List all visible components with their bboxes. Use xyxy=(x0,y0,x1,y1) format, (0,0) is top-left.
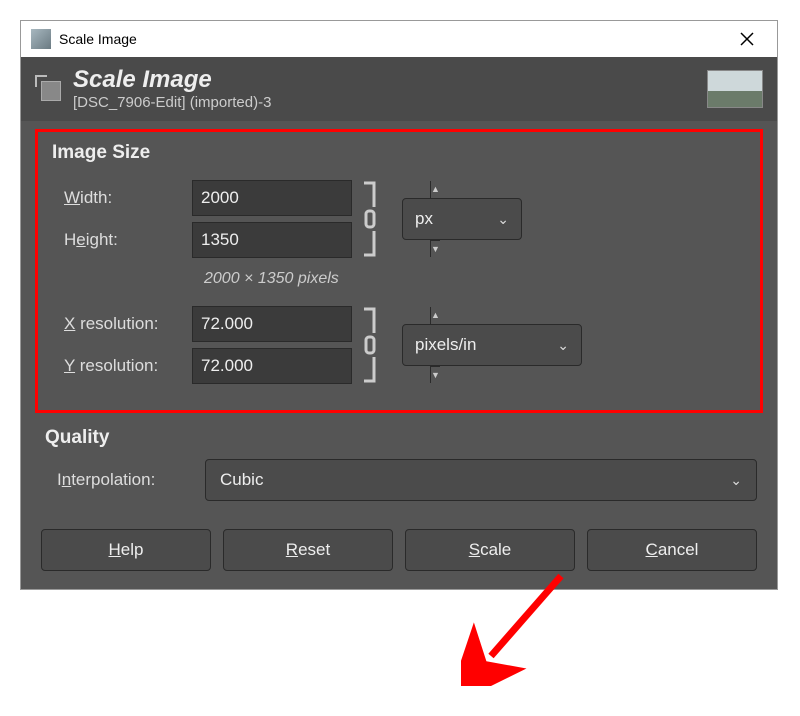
reset-button[interactable]: Reset xyxy=(223,529,393,571)
yres-stepper[interactable]: ▲ ▼ xyxy=(192,348,352,384)
chain-link-icon xyxy=(356,305,384,385)
header-subtitle: [DSC_7906-Edit] (imported)-3 xyxy=(73,94,707,111)
xres-up[interactable]: ▲ xyxy=(431,307,440,325)
yres-label: Y resolution: xyxy=(52,356,192,376)
chain-link-size[interactable] xyxy=(352,180,388,258)
width-up[interactable]: ▲ xyxy=(431,181,440,199)
header-title: Scale Image xyxy=(73,67,707,92)
help-button[interactable]: Help xyxy=(41,529,211,571)
image-thumbnail xyxy=(707,70,763,108)
height-label: Height: xyxy=(52,230,192,250)
xres-label: X resolution: xyxy=(52,314,192,334)
app-icon xyxy=(31,29,51,49)
width-input[interactable] xyxy=(193,181,430,215)
chevron-down-icon: ⌄ xyxy=(730,472,742,489)
window-title: Scale Image xyxy=(59,31,727,47)
width-stepper[interactable]: ▲ ▼ xyxy=(192,180,352,216)
quality-title: Quality xyxy=(45,427,757,449)
image-size-section: Image Size Width: ▲ ▼ xyxy=(35,129,763,413)
dimensions-text: 2000 × 1350 pixels xyxy=(204,270,746,288)
close-icon xyxy=(740,32,754,46)
height-down[interactable]: ▼ xyxy=(431,241,440,258)
dialog-header: Scale Image [DSC_7906-Edit] (imported)-3 xyxy=(21,57,777,121)
scale-icon xyxy=(35,75,63,103)
size-unit-select[interactable]: px ⌄ xyxy=(402,198,522,240)
interpolation-label: Interpolation: xyxy=(45,470,195,490)
chain-link-resolution[interactable] xyxy=(352,306,388,384)
scale-button[interactable]: Scale xyxy=(405,529,575,571)
cancel-button[interactable]: Cancel xyxy=(587,529,757,571)
dialog-body: Scale Image [DSC_7906-Edit] (imported)-3… xyxy=(21,57,777,589)
interpolation-select[interactable]: Cubic ⌄ xyxy=(205,459,757,501)
yres-down[interactable]: ▼ xyxy=(431,367,440,384)
image-size-title: Image Size xyxy=(52,142,746,164)
quality-section: Quality Interpolation: Cubic ⌄ xyxy=(41,427,757,501)
chevron-down-icon: ⌄ xyxy=(557,337,569,354)
width-label: Width: xyxy=(52,188,192,208)
yres-input[interactable] xyxy=(193,349,430,383)
resolution-unit-select[interactable]: pixels/in ⌄ xyxy=(402,324,582,366)
chain-link-icon xyxy=(356,179,384,259)
titlebar: Scale Image xyxy=(21,21,777,57)
scale-image-dialog: Scale Image Scale Image [DSC_7906-Edit] … xyxy=(20,20,778,590)
height-stepper[interactable]: ▲ ▼ xyxy=(192,222,352,258)
button-row: Help Reset Scale Cancel xyxy=(21,515,777,589)
chevron-down-icon: ⌄ xyxy=(497,211,509,228)
xres-input[interactable] xyxy=(193,307,430,341)
xres-stepper[interactable]: ▲ ▼ xyxy=(192,306,352,342)
height-input[interactable] xyxy=(193,223,430,257)
close-button[interactable] xyxy=(727,24,767,54)
